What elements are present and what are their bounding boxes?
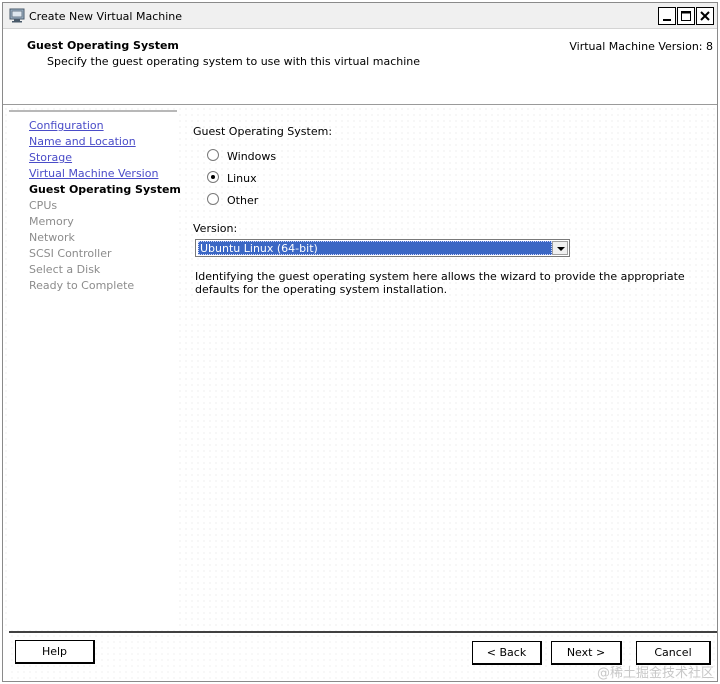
step-storage[interactable]: Storage [29,151,72,164]
radio-linux-button[interactable] [207,171,219,183]
help-button[interactable]: Help [15,640,95,664]
minimize-button[interactable] [658,7,676,25]
step-cpus: CPUs [29,199,58,212]
radio-windows-label[interactable]: Windows [227,150,276,163]
step-ready-to-complete: Ready to Complete [29,279,135,292]
radio-other-label[interactable]: Other [227,194,258,207]
version-dropdown-value[interactable]: Ubuntu Linux (64-bit) [198,241,552,255]
step-content: Guest Operating System: Windows Linux Ot… [183,106,717,631]
step-name-and-location[interactable]: Name and Location [29,135,136,148]
radio-other-button[interactable] [207,193,219,205]
back-button[interactable]: < Back [472,641,542,665]
chevron-down-icon[interactable] [552,241,568,255]
vm-version-label: Virtual Machine Version: 8 [569,40,713,53]
title-bar[interactable]: Create New Virtual Machine [3,3,717,29]
close-button[interactable] [696,7,714,25]
vm-window-icon [9,8,25,23]
maximize-icon [681,11,691,21]
radio-linux-label[interactable]: Linux [227,172,257,185]
step-configuration[interactable]: Configuration [29,119,104,132]
close-icon [700,11,710,21]
step-select-a-disk: Select a Disk [29,263,101,276]
radio-windows-button[interactable] [207,149,219,161]
version-dropdown[interactable]: Ubuntu Linux (64-bit) [195,239,570,257]
step-guest-operating-system: Guest Operating System [29,183,181,196]
watermark: @稀土掘金技术社区 [596,666,714,681]
maximize-button[interactable] [677,7,695,25]
window-title: Create New Virtual Machine [29,10,183,23]
version-label: Version: [193,222,238,235]
wizard-window: Create New Virtual Machine Guest Operati… [2,2,718,682]
wizard-body: Configuration Name and Location Storage … [3,106,717,631]
guest-os-description: Identifying the guest operating system h… [195,270,685,296]
step-scsi-controller: SCSI Controller [29,247,112,260]
step-network: Network [29,231,75,244]
wizard-header: Guest Operating System Specify the guest… [3,30,717,105]
guest-os-label: Guest Operating System: [193,125,333,138]
wizard-steps-nav: Configuration Name and Location Storage … [9,110,181,628]
page-subtitle: Specify the guest operating system to us… [47,55,421,68]
step-virtual-machine-version[interactable]: Virtual Machine Version [29,167,158,180]
step-memory: Memory [29,215,74,228]
minimize-icon [663,19,671,21]
page-title: Guest Operating System [27,39,179,52]
